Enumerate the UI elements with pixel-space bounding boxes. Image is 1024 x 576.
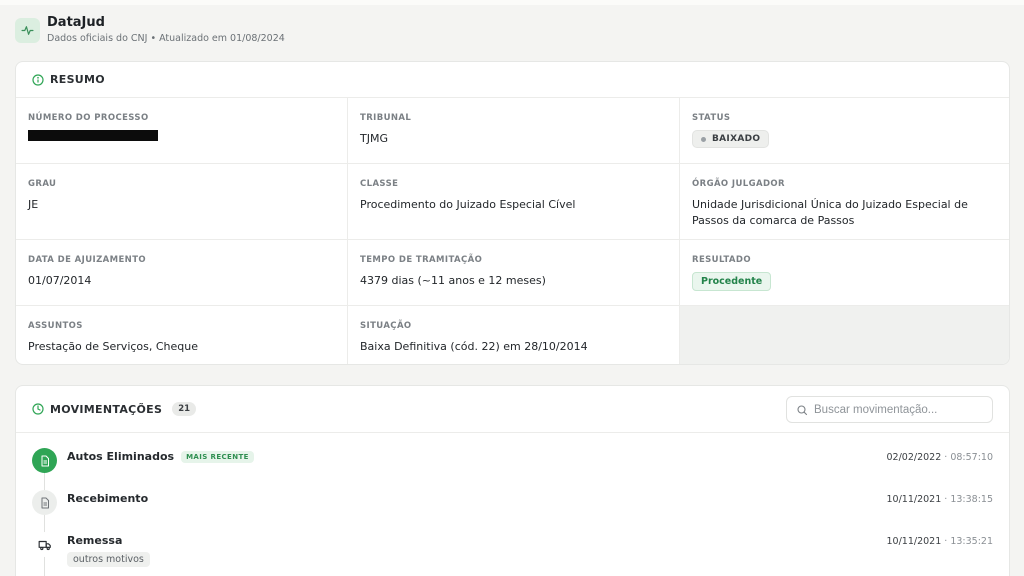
field-value: TJMG <box>360 132 388 145</box>
timeline-item-title: Recebimento <box>67 492 149 505</box>
resumo-header: RESUMO <box>16 62 1009 98</box>
app-subtitle: Dados oficiais do CNJ • Atualizado em 01… <box>47 33 285 44</box>
resumo-title: RESUMO <box>50 73 105 86</box>
time-text: · 13:35:21 <box>941 536 993 547</box>
field-label: ÓRGÃO JULGADOR <box>692 179 785 189</box>
timeline-item[interactable]: Autos Eliminados MAIS RECENTE 02/02/2022 … <box>16 448 1009 490</box>
time-text: · 13:38:15 <box>941 494 993 505</box>
field-grau: GRAU JE <box>16 164 348 240</box>
field-value: Baixa Definitiva (cód. 22) em 28/10/2014 <box>360 340 588 353</box>
field-label: DATA DE AJUIZAMENTO <box>28 255 147 265</box>
field-numero: NÚMERO DO PROCESSO <box>16 98 348 164</box>
field-tribunal: TRIBUNAL TJMG <box>348 98 680 164</box>
timeline-item-title: Remessa <box>67 534 123 547</box>
top-bar <box>0 0 1024 5</box>
timeline-item-title: Autos Eliminados <box>67 450 175 463</box>
field-assuntos: ASSUNTOS Prestação de Serviços, Cheque <box>16 306 348 364</box>
status-badge: BAIXADO <box>692 130 770 148</box>
date-text: 02/02/2022 <box>886 452 942 463</box>
document-icon <box>32 490 57 515</box>
search-box[interactable] <box>786 396 993 423</box>
field-label: TEMPO DE TRAMITAÇÃO <box>360 255 483 265</box>
search-icon <box>797 404 808 415</box>
field-value: 4379 dias (~11 anos e 12 meses) <box>360 274 546 287</box>
info-icon <box>32 73 44 86</box>
field-value: JE <box>28 198 39 211</box>
date-text: 10/11/2021 <box>886 494 942 505</box>
timeline-item-date: 02/02/2022 · 08:57:10 <box>887 452 994 463</box>
field-data-ajuizamento: DATA DE AJUIZAMENTO 01/07/2014 <box>16 240 348 306</box>
field-label: TRIBUNAL <box>360 113 412 123</box>
timeline-item-date: 10/11/2021 · 13:38:15 <box>887 494 994 505</box>
date-text: 10/11/2021 <box>886 536 942 547</box>
timeline-item-name: Autos Eliminados MAIS RECENTE <box>67 450 254 463</box>
movimentacoes-count: 21 <box>172 402 197 416</box>
field-tempo: TEMPO DE TRAMITAÇÃO 4379 dias (~11 anos … <box>348 240 680 306</box>
result-badge: Procedente <box>692 272 772 291</box>
redacted-process-number <box>28 130 158 141</box>
field-value: Prestação de Serviços, Cheque <box>28 340 199 353</box>
activity-icon <box>15 18 40 43</box>
field-value: Unidade Jurisdicional Única do Juizado E… <box>692 198 968 227</box>
document-icon <box>32 448 57 473</box>
resumo-card: RESUMO NÚMERO DO PROCESSO TRIBUNAL TJMG … <box>15 61 1010 365</box>
clock-icon <box>32 403 44 415</box>
status-text: BAIXADO <box>712 134 761 144</box>
field-label: RESULTADO <box>692 255 751 265</box>
field-value: Procedimento do Juizado Especial Cível <box>360 198 576 211</box>
movimentacoes-title: MOVIMENTAÇÕES <box>50 402 163 416</box>
field-label: ASSUNTOS <box>28 321 83 331</box>
field-resultado: RESULTADO Procedente <box>680 240 1009 306</box>
field-label: CLASSE <box>360 179 399 189</box>
movimentacoes-card: MOVIMENTAÇÕES 21 Autos Eliminados MAIS RE… <box>15 385 1010 576</box>
field-value: 01/07/2014 <box>28 274 92 287</box>
truck-icon <box>32 532 57 557</box>
app-header: DataJud Dados oficiais do CNJ • Atualiza… <box>15 14 285 46</box>
timeline-item[interactable]: Remessa outros motivos 10/11/2021 · 13:3… <box>16 532 1009 576</box>
reason-tag: outros motivos <box>67 552 150 567</box>
field-label: NÚMERO DO PROCESSO <box>28 113 149 123</box>
field-classe: CLASSE Procedimento do Juizado Especial … <box>348 164 680 240</box>
field-orgao: ÓRGÃO JULGADOR Unidade Jurisdicional Úni… <box>680 164 1009 240</box>
field-situacao: SITUAÇÃO Baixa Definitiva (cód. 22) em 2… <box>348 306 680 364</box>
timeline-item-date: 10/11/2021 · 13:35:21 <box>887 536 994 547</box>
field-label: SITUAÇÃO <box>360 321 412 331</box>
field-label: GRAU <box>28 179 57 189</box>
app-title: DataJud <box>47 15 105 30</box>
field-label: STATUS <box>692 113 731 123</box>
most-recent-badge: MAIS RECENTE <box>181 451 254 463</box>
status-dot-icon <box>701 136 706 142</box>
field-status: STATUS BAIXADO <box>680 98 1009 164</box>
empty-cell <box>680 306 1009 364</box>
search-input[interactable] <box>814 403 984 416</box>
timeline-item[interactable]: Recebimento 10/11/2021 · 13:38:15 <box>16 490 1009 532</box>
time-text: · 08:57:10 <box>941 452 993 463</box>
